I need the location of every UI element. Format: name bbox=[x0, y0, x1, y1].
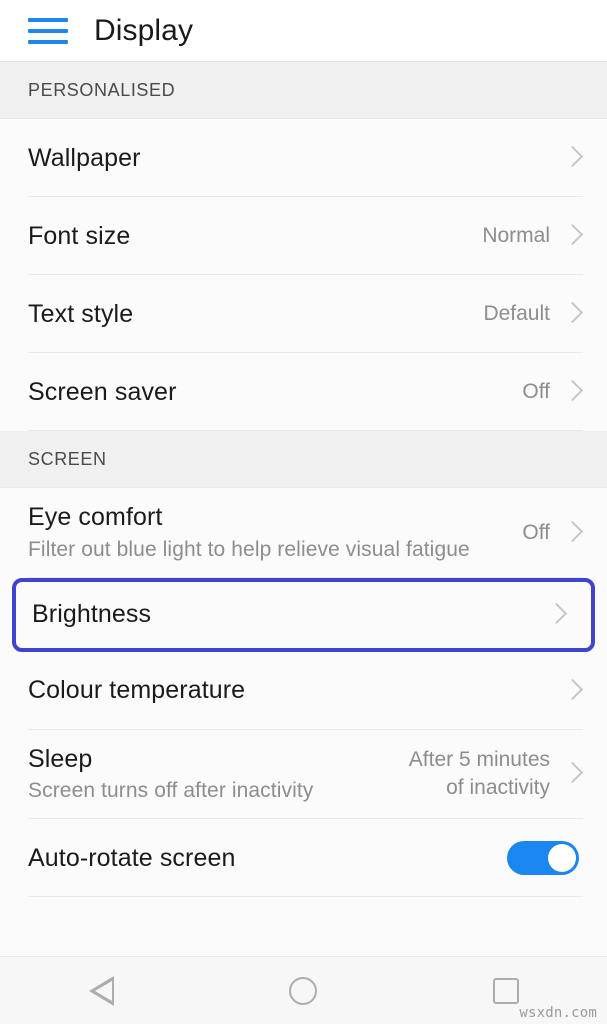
row-divider bbox=[28, 896, 583, 898]
chevron-right-icon bbox=[559, 379, 585, 405]
toggle-knob bbox=[548, 844, 576, 873]
list-item-value: Normal bbox=[482, 223, 550, 247]
list-item-title: Screen saver bbox=[28, 377, 177, 406]
row-divider bbox=[28, 430, 583, 431]
list-item-eye-comfort[interactable]: Eye comfort Filter out blue light to help… bbox=[0, 488, 607, 578]
list-item-text: Auto-rotate screen bbox=[28, 829, 507, 888]
phone-screen: Display PERSONALISED Wallpaper Font size No… bbox=[0, 0, 607, 1024]
hamburger-line-3 bbox=[28, 39, 68, 44]
chevron-right-icon bbox=[543, 602, 569, 628]
list-item-title: Eye comfort bbox=[28, 503, 163, 531]
list-item-title: Sleep bbox=[28, 744, 93, 773]
list-item-value: Default bbox=[483, 301, 550, 325]
list-item-value: Off bbox=[522, 520, 550, 544]
hamburger-menu-icon[interactable] bbox=[28, 16, 68, 46]
list-item-text: Eye comfort Filter out blue light to help… bbox=[28, 488, 510, 578]
list-item-sleep[interactable]: Sleep Screen turns off after inactivity Af… bbox=[0, 729, 607, 820]
list-item-value: After 5 minutes of inactivity bbox=[408, 748, 550, 800]
toggle-switch-auto-rotate-screen[interactable] bbox=[507, 841, 579, 876]
list-item-text: Sleep Screen turns off after inactivity bbox=[28, 730, 397, 820]
list-item-wallpaper[interactable]: Wallpaper bbox=[0, 119, 607, 197]
section-header: SCREEN bbox=[0, 431, 607, 488]
list-item-colour-temperature[interactable]: Colour temperature bbox=[0, 651, 607, 730]
back-triangle-icon bbox=[88, 975, 114, 1006]
back-button[interactable] bbox=[55, 957, 147, 1024]
section-header-label: PERSONALISED bbox=[28, 79, 176, 100]
settings-list[interactable]: PERSONALISED Wallpaper Font size Normal Text… bbox=[0, 62, 607, 956]
list-item-text: Screen saver bbox=[28, 363, 510, 422]
section-header: PERSONALISED bbox=[0, 62, 607, 119]
list-item-text: Text style bbox=[28, 285, 471, 344]
hamburger-line-2 bbox=[28, 28, 68, 33]
page-title: Display bbox=[94, 13, 194, 47]
list-item-title: Brightness bbox=[32, 600, 152, 629]
chevron-right-icon bbox=[559, 520, 585, 546]
home-button[interactable] bbox=[257, 957, 349, 1024]
list-item-screen-saver[interactable]: Screen saver Off bbox=[0, 353, 607, 431]
watermark: wsxdn.com bbox=[519, 1005, 597, 1021]
list-item-title: Colour temperature bbox=[28, 676, 246, 705]
chevron-right-icon bbox=[559, 301, 585, 327]
list-item-brightness[interactable]: Brightness bbox=[12, 577, 595, 652]
list-item-auto-rotate-screen[interactable]: Auto-rotate screen bbox=[0, 819, 607, 898]
hamburger-line-1 bbox=[28, 17, 68, 22]
list-item-title: Text style bbox=[28, 299, 134, 328]
list-item-text: Brightness bbox=[32, 585, 534, 644]
list-item-subtitle: Screen turns off after inactivity bbox=[28, 779, 314, 803]
list-item-title: Font size bbox=[28, 221, 131, 250]
list-item-subtitle: Filter out blue light to help relieve vi… bbox=[28, 537, 470, 561]
section-header-label: SCREEN bbox=[28, 448, 107, 469]
list-item-text-style[interactable]: Text style Default bbox=[0, 275, 607, 353]
recents-square-icon bbox=[492, 977, 519, 1004]
list-item-title: Wallpaper bbox=[28, 143, 141, 172]
system-navigation-bar: wsxdn.com bbox=[0, 956, 607, 1024]
list-item-text: Wallpaper bbox=[28, 129, 550, 188]
app-bar: Display bbox=[0, 0, 607, 62]
chevron-right-icon bbox=[559, 678, 585, 704]
list-item-text: Colour temperature bbox=[28, 661, 550, 720]
list-item-font-size[interactable]: Font size Normal bbox=[0, 197, 607, 275]
list-item-value: Off bbox=[522, 379, 550, 403]
chevron-right-icon bbox=[559, 145, 585, 171]
list-item-title: Auto-rotate screen bbox=[28, 844, 236, 872]
home-circle-icon bbox=[289, 976, 318, 1005]
chevron-right-icon bbox=[559, 223, 585, 249]
chevron-right-icon bbox=[559, 761, 585, 787]
list-item-text: Font size bbox=[28, 207, 470, 266]
